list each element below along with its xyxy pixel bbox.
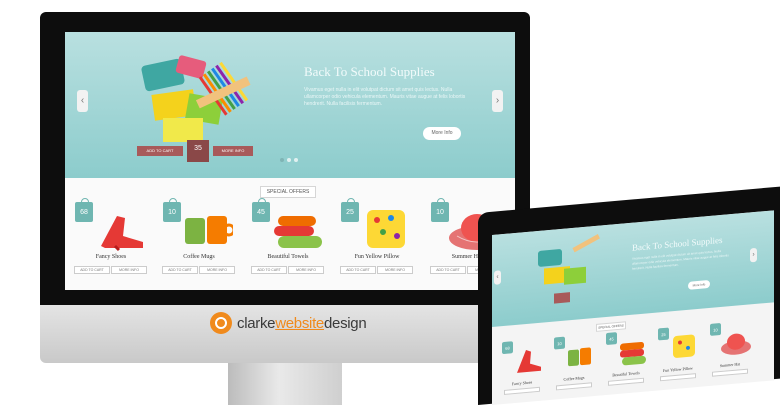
slider-dot[interactable] [280,158,284,162]
add-to-cart-button[interactable]: ADD TO CART [340,266,376,274]
laptop-slider-next-arrow[interactable]: › [750,247,757,263]
logo-prefix: clarke [237,314,276,332]
price-tag: 45 [252,198,270,222]
laptop-product-buttons[interactable] [504,386,540,395]
laptop-mugs-image [568,347,591,367]
towels-image [274,216,322,248]
logo-suffix: design [323,314,367,332]
imac-mockup: clarkewebsitedesign ‹ › ADD TO CART 35 M… [40,12,530,405]
hero-more-info-button[interactable]: MORE INFO [213,146,253,156]
laptop-price-tag: 10 [554,336,565,350]
laptop-product-buttons[interactable] [712,368,748,377]
laptop-website-screen: Back To School Supplies Vivamus eget nul… [492,210,774,405]
laptop-price-tag: 45 [606,332,617,346]
laptop-towels-image [620,341,646,366]
laptop-price-tag: 68 [502,341,513,355]
special-offers-section: SPECIAL OFFERS 68 Fancy Shoes ADD TO CAR… [65,178,515,290]
price-tag: 68 [75,198,93,222]
laptop-product-card[interactable]: 10 Coffee Mugs [552,334,596,398]
product-name: Fancy Shoes [95,254,127,260]
laptop-hat-image [721,333,751,355]
laptop-product-card[interactable]: 25 Fun Yellow Pillow [656,325,700,389]
hero-add-to-cart-button[interactable]: ADD TO CART [137,146,183,156]
laptop-slider-prev-arrow[interactable]: ‹ [494,270,501,285]
laptop-special-offers-label: SPECIAL OFFERS [596,321,626,332]
product-card[interactable]: 25 Fun Yellow Pillow ADD TO CART MORE INF… [337,198,417,286]
slider-next-arrow[interactable]: › [492,90,503,112]
laptop-product-buttons[interactable] [608,377,644,386]
desktop-website-screen: ‹ › ADD TO CART 35 MORE INFO Back To Sch… [65,32,515,290]
laptop-product-buttons[interactable] [556,382,592,391]
special-offers-label: SPECIAL OFFERS [260,186,316,198]
add-to-cart-button[interactable]: ADD TO CART [74,266,110,274]
laptop-pillow-image [673,334,695,358]
hero-price-tag: 35 [187,140,209,162]
logo-mid: website [275,314,324,332]
product-name: Coffee Mugs [183,254,215,260]
laptop-hero-description: Vivamus eget nulla in elit volutpat dict… [632,248,729,271]
hero-description: Vivamus eget nulla in elit volutpat dict… [304,87,466,107]
slider-dot[interactable] [294,158,298,162]
more-info-button[interactable]: MORE INFO [199,266,235,274]
laptop-supplies-image [538,234,600,304]
more-info-button[interactable]: MORE INFO [111,266,147,274]
brand-logo-text: clarkewebsitedesign [237,314,367,332]
yellow-pillow-image [367,210,405,248]
brand-logo-icon [210,312,232,334]
product-card[interactable]: 68 Fancy Shoes ADD TO CART MORE INFO [71,198,151,286]
laptop-product-card[interactable]: 10 Summer Hat [708,320,752,384]
laptop-product-card[interactable]: 68 Fancy Shoes [500,338,544,402]
slider-prev-arrow[interactable]: ‹ [77,90,88,112]
price-tag: 10 [163,198,181,222]
add-to-cart-button[interactable]: ADD TO CART [251,266,287,274]
shoe-image [101,216,143,252]
product-name: Fun Yellow Pillow [354,254,400,260]
more-info-button[interactable]: MORE INFO [288,266,324,274]
coffee-mugs-image [185,216,233,244]
product-card[interactable]: 10 Coffee Mugs ADD TO CART MORE INFO [159,198,239,286]
laptop-product-buttons[interactable] [660,373,696,382]
slider-pagination [280,158,298,162]
hero-slider: ‹ › ADD TO CART 35 MORE INFO Back To Sch… [65,32,515,178]
add-to-cart-button[interactable]: ADD TO CART [162,266,198,274]
laptop-price-tag: 25 [658,327,669,341]
product-name: Beautiful Towels [267,254,309,260]
hero-title: Back To School Supplies [304,64,435,79]
imac-stand [228,363,342,405]
laptop-product-card[interactable]: 45 Beautiful Towels [604,329,648,393]
add-to-cart-button[interactable]: ADD TO CART [430,266,466,274]
price-tag: 25 [341,198,359,222]
laptop-mockup: Back To School Supplies Vivamus eget nul… [478,186,780,405]
product-card[interactable]: 45 Beautiful Towels ADD TO CART MORE INFO [248,198,328,286]
laptop-shoe-image [517,350,541,373]
slider-dot[interactable] [287,158,291,162]
brand-logo: clarkewebsitedesign [210,312,367,334]
hero-more-info-pill[interactable]: More Info [423,127,461,140]
more-info-button[interactable]: MORE INFO [377,266,413,274]
laptop-more-info-pill[interactable]: More Info [688,279,710,290]
